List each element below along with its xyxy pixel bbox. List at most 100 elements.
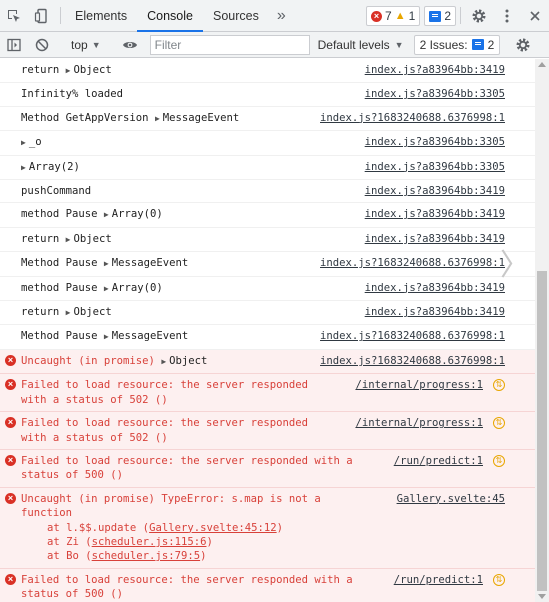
stack-suffix: ) [200, 550, 207, 563]
network-request-icon[interactable]: ⇅ [493, 573, 505, 586]
tab-elements[interactable]: Elements [65, 0, 137, 31]
source-link[interactable]: index.js?a83964bb:3419 [365, 305, 505, 319]
stack-source-link[interactable]: scheduler.js:115:6 [92, 536, 207, 548]
expand-triangle-icon[interactable]: ▶ [104, 332, 109, 341]
expand-triangle-icon[interactable]: ▶ [66, 235, 71, 244]
expand-triangle-icon[interactable]: ▶ [104, 284, 109, 293]
stack-prefix: at Zi ( [47, 535, 92, 548]
log-object[interactable]: Object [169, 355, 207, 367]
chevron-right-icon[interactable]: 〉 [500, 240, 530, 284]
log-text: return [21, 64, 66, 76]
source-link[interactable]: index.js?a83964bb:3419 [365, 63, 505, 77]
tab-console[interactable]: Console [137, 0, 203, 32]
source-link[interactable]: index.js?a83964bb:3305 [365, 87, 505, 101]
error-warning-counter[interactable]: × 7 ▲ 1 [366, 6, 421, 26]
log-object[interactable]: Array(0) [112, 208, 163, 220]
error-icon: × [5, 354, 16, 366]
inspect-element-icon[interactable] [0, 0, 28, 31]
more-tabs-icon[interactable]: » [269, 0, 294, 31]
scrollbar-thumb[interactable] [537, 271, 547, 591]
log-object[interactable]: Array(0) [112, 282, 163, 294]
log-object[interactable]: _o [29, 136, 42, 148]
source-link[interactable]: index.js?a83964bb:3419 [365, 232, 505, 246]
log-object[interactable]: Array(2) [29, 161, 80, 173]
issues-button[interactable]: 2 Issues: 2 [413, 34, 501, 55]
log-object[interactable]: MessageEvent [163, 112, 240, 124]
log-object[interactable]: Object [73, 306, 111, 318]
message-icon [429, 10, 442, 22]
error-text: Uncaught (in promise) TypeError: s.map i… [21, 492, 321, 520]
log-row: Method Pause ▶ MessageEvent index.js?16832… [0, 252, 535, 277]
more-options-icon[interactable] [493, 0, 521, 31]
expand-triangle-icon[interactable]: ▶ [66, 66, 71, 75]
message-counter[interactable]: 2 [424, 6, 456, 26]
stack-source-link[interactable]: Gallery.svelte:45:12 [149, 522, 277, 534]
expand-triangle-icon[interactable]: ▶ [104, 210, 109, 219]
source-link[interactable]: index.js?1683240688.6376998:1 [320, 256, 505, 270]
stack-trace-line: at Zi (scheduler.js:115:6) [21, 535, 507, 549]
log-object[interactable]: MessageEvent [112, 257, 189, 269]
source-link[interactable]: index.js?a83964bb:3419 [365, 281, 505, 295]
expand-triangle-icon[interactable]: ▶ [66, 308, 71, 317]
stack-source-link[interactable]: scheduler.js:79:5 [92, 550, 200, 562]
log-row: method Pause ▶ Array(0) index.js?a83964bb:… [0, 277, 535, 302]
log-text: method Pause [21, 281, 104, 294]
expand-triangle-icon[interactable]: ▶ [21, 138, 26, 147]
source-link[interactable]: index.js?1683240688.6376998:1 [320, 353, 505, 369]
error-icon: × [5, 454, 16, 466]
live-expression-eye-icon[interactable] [116, 39, 144, 51]
tab-sources[interactable]: Sources [203, 0, 269, 31]
error-icon: × [5, 379, 16, 391]
log-row: pushCommand index.js?a83964bb:3419 [0, 180, 535, 204]
close-icon[interactable] [521, 0, 549, 31]
expand-triangle-icon[interactable]: ▶ [155, 114, 160, 123]
filter-input[interactable] [149, 34, 310, 55]
warning-count: 1 [408, 9, 416, 23]
network-request-icon[interactable]: ⇅ [493, 379, 505, 392]
console-settings-gear-icon[interactable] [509, 37, 537, 53]
source-link[interactable]: Gallery.svelte:45 [396, 491, 505, 507]
tab-label: Console [147, 8, 193, 23]
source-link[interactable]: index.js?1683240688.6376998:1 [320, 111, 505, 125]
source-link[interactable]: index.js?a83964bb:3305 [365, 160, 505, 174]
log-object[interactable]: Object [73, 64, 111, 76]
sidebar-toggle-icon[interactable] [0, 38, 28, 52]
source-link[interactable]: index.js?a83964bb:3419 [365, 184, 505, 198]
log-object[interactable]: Object [73, 233, 111, 245]
scroll-up-icon[interactable] [538, 62, 546, 67]
source-link[interactable]: index.js?1683240688.6376998:1 [320, 329, 505, 343]
message-icon [471, 39, 484, 50]
network-request-icon[interactable]: ⇅ [493, 417, 505, 430]
stack-prefix: at l.$$.update ( [47, 521, 150, 534]
log-object[interactable]: MessageEvent [112, 330, 189, 342]
source-link[interactable]: /internal/progress:1 [355, 416, 483, 431]
device-toolbar-icon[interactable] [28, 0, 56, 31]
log-levels-dropdown[interactable]: Default levels ▼ [318, 38, 404, 52]
console-filterbar: top ▼ Default levels ▼ 2 Issues: 2 [0, 32, 549, 58]
source-link[interactable]: index.js?a83964bb:3419 [365, 207, 505, 221]
context-selector[interactable]: top ▼ [65, 38, 107, 52]
network-request-icon[interactable]: ⇅ [493, 454, 505, 467]
clear-console-icon[interactable] [28, 38, 56, 52]
tab-label: Sources [212, 8, 259, 23]
stack-trace-line: at Bo (scheduler.js:79:5) [21, 549, 507, 563]
log-row: return ▶ Object index.js?a83964bb:3419 [0, 228, 535, 253]
error-row: × Uncaught (in promise) ▶ Object index.js?1… [0, 349, 535, 375]
source-link[interactable]: index.js?a83964bb:3305 [365, 135, 505, 149]
log-row: return ▶ Object index.js?a83964bb:3419 [0, 301, 535, 326]
source-link[interactable]: /run/predict:1 [393, 572, 483, 588]
console-scrollbar[interactable] [535, 59, 549, 602]
console-output: return ▶ Object index.js?a83964bb:3419 Infi… [0, 59, 535, 602]
chevron-down-icon: ▼ [394, 39, 404, 50]
message-count: 2 [444, 9, 451, 23]
log-row: Method Pause ▶ MessageEvent index.js?16832… [0, 325, 535, 350]
expand-triangle-icon[interactable]: ▶ [21, 163, 26, 172]
expand-triangle-icon[interactable]: ▶ [161, 357, 166, 366]
context-label: top [71, 37, 88, 52]
scroll-down-icon[interactable] [538, 594, 546, 599]
settings-gear-icon[interactable] [465, 0, 493, 31]
source-link[interactable]: /internal/progress:1 [355, 378, 483, 393]
source-link[interactable]: /run/predict:1 [393, 453, 483, 469]
expand-triangle-icon[interactable]: ▶ [104, 259, 109, 268]
issues-count: 2 [487, 37, 495, 52]
